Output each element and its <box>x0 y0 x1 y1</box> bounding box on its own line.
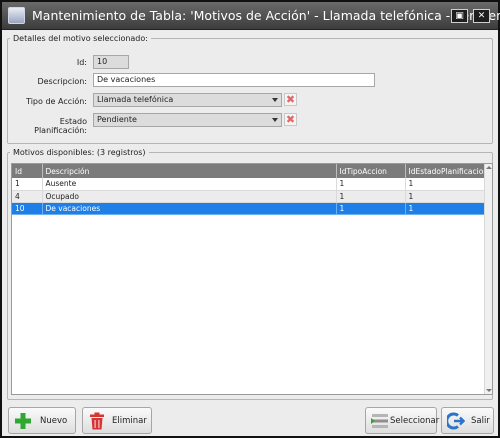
id-label: Id: <box>76 58 87 67</box>
estado-planificacion-select[interactable]: Pendiente <box>93 113 282 127</box>
tipo-accion-label: Tipo de Acción: <box>26 97 87 106</box>
restore-button[interactable]: ▣ <box>451 9 468 23</box>
clear-x-icon: ✖ <box>285 93 296 106</box>
scroll-down-icon[interactable] <box>486 389 492 392</box>
cell-idestadoplanificacion: 1 <box>405 202 486 215</box>
details-legend: Detalles del motivo seleccionado: <box>13 34 148 43</box>
id-field: 10 <box>93 55 129 69</box>
salir-button[interactable]: Salir <box>441 407 494 434</box>
table-row[interactable]: 4 Ocupado 1 1 <box>12 190 486 203</box>
cell-idtipoaccion: 1 <box>336 202 406 215</box>
cell-idestadoplanificacion: 1 <box>405 178 486 191</box>
table-header-row: Id Descripción IdTipoAccion IdEstadoPlan… <box>12 164 488 178</box>
column-header[interactable]: IdEstadoPlanificacion <box>405 164 488 178</box>
chevron-down-icon <box>272 118 278 122</box>
column-header[interactable]: Descripción <box>42 164 337 178</box>
nuevo-label: Nuevo <box>40 416 68 426</box>
cell-idestadoplanificacion: 1 <box>405 190 486 203</box>
close-button[interactable]: ✕ <box>473 9 490 23</box>
cell-idtipoaccion: 1 <box>336 190 406 203</box>
cell-descripcion: Ausente <box>42 178 337 191</box>
eliminar-button[interactable]: Eliminar <box>82 407 152 434</box>
table-row[interactable]: 1 Ausente 1 1 <box>12 178 486 191</box>
scroll-up-icon[interactable] <box>486 166 492 169</box>
descripcion-label: Descripcion: <box>37 77 87 86</box>
estado-planificacion-label: Estado Planificación: <box>34 117 87 135</box>
table-row-selected[interactable]: 10 De vacaciones 1 1 <box>12 202 486 215</box>
descripcion-input[interactable]: De vacaciones <box>93 73 375 87</box>
tipo-accion-value: Llamada telefónica <box>97 95 174 104</box>
title-bar[interactable]: Mantenimiento de Tabla: 'Motivos de Acci… <box>2 2 500 30</box>
motivos-table[interactable]: Id Descripción IdTipoAccion IdEstadoPlan… <box>11 163 493 395</box>
cell-idtipoaccion: 1 <box>336 178 406 191</box>
salir-label: Salir <box>471 416 490 426</box>
seleccionar-label: Seleccionar <box>390 416 440 426</box>
list-select-icon <box>371 414 388 428</box>
seleccionar-button[interactable]: Seleccionar <box>365 407 440 434</box>
cell-descripcion: Ocupado <box>42 190 337 203</box>
main-window: Mantenimiento de Tabla: 'Motivos de Acci… <box>0 0 500 438</box>
cell-descripcion: De vacaciones <box>42 202 337 215</box>
cell-id: 4 <box>12 190 43 203</box>
estado-planificacion-value: Pendiente <box>97 115 137 124</box>
column-header[interactable]: Id <box>12 164 43 178</box>
cell-id: 10 <box>12 202 43 215</box>
trash-icon <box>90 412 104 430</box>
vertical-scrollbar[interactable] <box>484 164 492 394</box>
clear-tipo-accion-button[interactable]: ✖ <box>284 93 297 106</box>
app-window-icon <box>8 7 25 24</box>
window-title: Mantenimiento de Tabla: 'Motivos de Acci… <box>32 8 500 23</box>
clear-estado-planificacion-button[interactable]: ✖ <box>284 113 297 126</box>
nuevo-button[interactable]: Nuevo <box>8 407 76 434</box>
exit-icon <box>447 412 465 430</box>
cell-id: 1 <box>12 178 43 191</box>
tipo-accion-select[interactable]: Llamada telefónica <box>93 93 282 107</box>
plus-icon <box>15 413 31 429</box>
motivos-legend: Motivos disponibles: (3 registros) <box>13 148 146 157</box>
clear-x-icon: ✖ <box>285 113 296 126</box>
column-header[interactable]: IdTipoAccion <box>336 164 406 178</box>
chevron-down-icon <box>272 98 278 102</box>
eliminar-label: Eliminar <box>112 416 147 426</box>
